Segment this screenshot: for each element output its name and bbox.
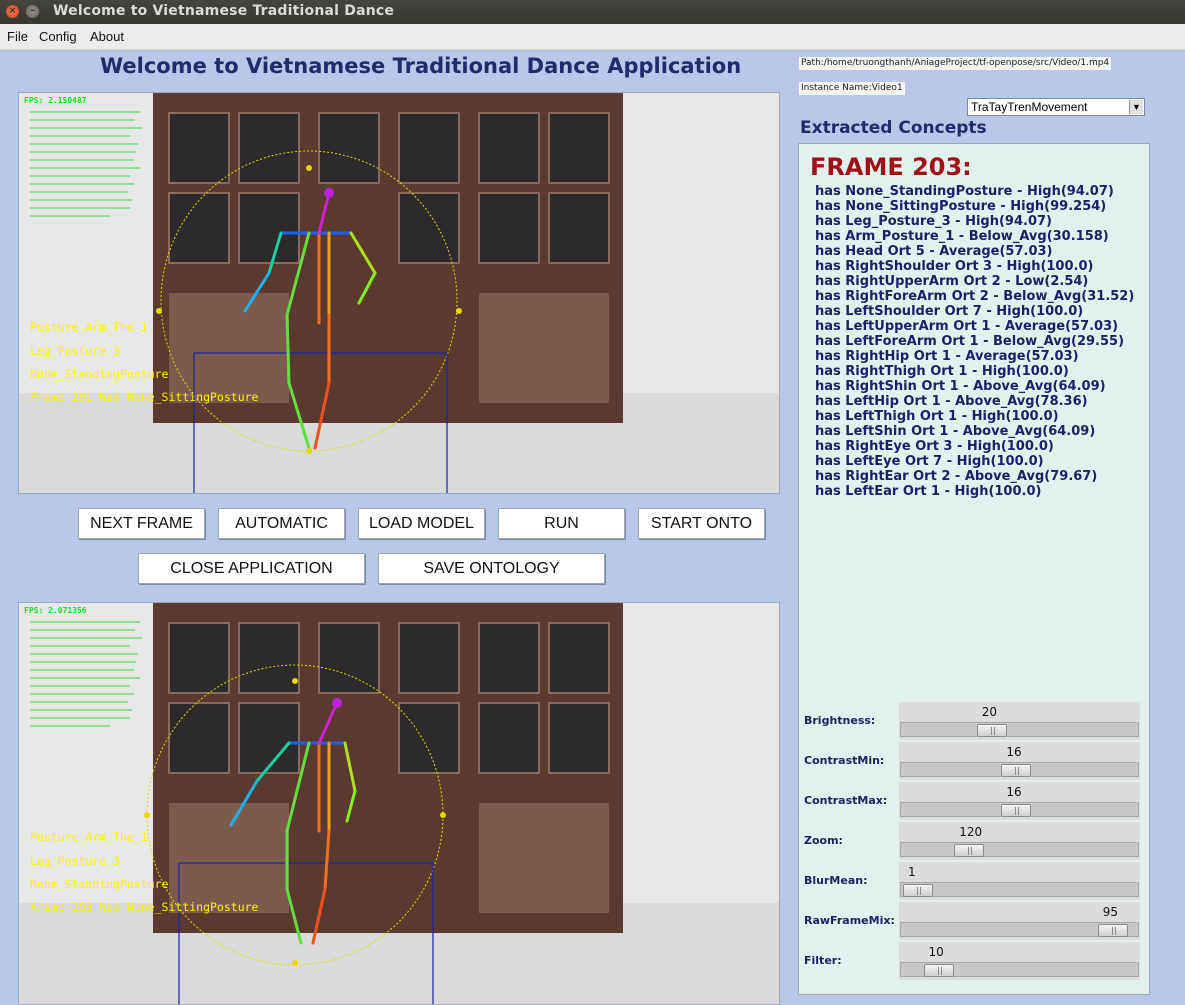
- run-button[interactable]: RUN: [498, 508, 625, 539]
- slider-track[interactable]: [900, 962, 1139, 977]
- concept-item: has LeftEye Ort 7 - High(100.0): [815, 454, 1044, 469]
- extracted-concepts-title: Extracted Concepts: [800, 118, 987, 138]
- start-onto-button[interactable]: START ONTO: [638, 508, 765, 539]
- menu-about[interactable]: About: [90, 29, 124, 44]
- chevron-down-icon[interactable]: ▼: [1129, 100, 1143, 114]
- frame-title: FRAME 203:: [810, 153, 972, 181]
- concept-item: has Head Ort 5 - Average(57.03): [815, 244, 1053, 259]
- concept-item: has RightEar Ort 2 - Above_Avg(79.67): [815, 469, 1098, 484]
- concept-item: has RightThigh Ort 1 - High(100.0): [815, 364, 1069, 379]
- save-ontology-button[interactable]: SAVE ONTOLOGY: [378, 553, 605, 584]
- slider-value: 16: [1006, 785, 1022, 799]
- fps-readout: FPS: 2.150487: [24, 96, 87, 105]
- slider-filter[interactable]: 10: [899, 942, 1140, 980]
- next-frame-button[interactable]: NEXT FRAME: [78, 508, 205, 539]
- load-model-button[interactable]: LOAD MODEL: [358, 508, 485, 539]
- slider-zoom[interactable]: 120: [899, 822, 1140, 860]
- concept-item: has Leg_Posture_3 - High(94.07): [815, 214, 1052, 229]
- concept-item: has None_StandingPosture - High(94.07): [815, 184, 1114, 199]
- menu-file[interactable]: File: [7, 29, 28, 44]
- slider-label: Zoom:: [804, 834, 843, 847]
- close-application-button[interactable]: CLOSE APPLICATION: [138, 553, 365, 584]
- slider-value: 120: [959, 825, 983, 839]
- window-titlebar: × – Welcome to Vietnamese Traditional Da…: [0, 0, 1185, 24]
- slider-label: ContrastMin:: [804, 754, 885, 767]
- concept-item: has RightShin Ort 1 - Above_Avg(64.09): [815, 379, 1106, 394]
- slider-rawframemix[interactable]: 95: [899, 902, 1140, 940]
- debug-text-block: [30, 111, 142, 217]
- window-close-button[interactable]: ×: [6, 5, 19, 18]
- concept-item: has Arm_Posture_1 - Below_Avg(30.158): [815, 229, 1109, 244]
- slider-track[interactable]: [900, 722, 1139, 737]
- concept-item: has LeftThigh Ort 1 - High(100.0): [815, 409, 1059, 424]
- slider-value: 1: [908, 865, 916, 879]
- window-title: Welcome to Vietnamese Traditional Dance: [53, 3, 395, 19]
- movement-select-value: TraTayTrenMovement: [971, 100, 1088, 114]
- fps-readout: FPS: 2.071356: [24, 606, 87, 615]
- slider-contrastmin[interactable]: 16: [899, 742, 1140, 780]
- slider-track[interactable]: [900, 802, 1139, 817]
- slider-track[interactable]: [900, 842, 1139, 857]
- concept-item: has LeftHip Ort 1 - Above_Avg(78.36): [815, 394, 1088, 409]
- slider-contrastmax[interactable]: 16: [899, 782, 1140, 820]
- window-minimize-button[interactable]: –: [26, 5, 39, 18]
- instance-name-label: Instance Name:Video1: [799, 82, 905, 95]
- slider-value: 95: [1102, 905, 1119, 919]
- slider-value: 20: [981, 705, 998, 719]
- concept-item: has LeftShin Ort 1 - Above_Avg(64.09): [815, 424, 1096, 439]
- slider-label: RawFrameMix:: [804, 914, 895, 927]
- concept-item: has LeftEar Ort 1 - High(100.0): [815, 484, 1042, 499]
- slider-label: Brightness:: [804, 714, 876, 727]
- concept-item: has RightHip Ort 1 - Average(57.03): [815, 349, 1079, 364]
- slider-label: BlurMean:: [804, 874, 868, 887]
- debug-text-block: [30, 621, 142, 727]
- concept-item: has RightForeArm Ort 2 - Below_Avg(31.52…: [815, 289, 1135, 304]
- movement-select[interactable]: TraTayTrenMovement ▼: [967, 98, 1145, 116]
- overlay-arm-posture: Posture_Arm_The_1: [30, 830, 148, 844]
- slider-thumb[interactable]: [954, 844, 985, 857]
- video-frame-top: FPS: 2.150487 Posture_Arm_The_1 Leg_Post…: [18, 92, 780, 494]
- video-frame-bottom: FPS: 2.071356 Posture_Arm_The_1 Leg_Post…: [18, 602, 780, 1005]
- concept-item: has LeftUpperArm Ort 1 - Average(57.03): [815, 319, 1119, 334]
- slider-thumb[interactable]: [976, 724, 1007, 737]
- app-heading: Welcome to Vietnamese Traditional Dance …: [100, 54, 742, 78]
- overlay-standing: None_StandingPosture: [30, 367, 169, 381]
- slider-thumb[interactable]: [1001, 764, 1032, 777]
- slider-label: Filter:: [804, 954, 842, 967]
- menu-bar: File Config About: [0, 24, 1185, 50]
- slider-value: 16: [1006, 745, 1022, 759]
- video-path-label: Path:/home/truongthanh/AniageProject/tf-…: [799, 57, 1112, 70]
- overlay-arm-posture: Posture_Arm_The_1: [30, 320, 148, 334]
- slider-thumb[interactable]: [923, 964, 954, 977]
- concept-list: has None_StandingPosture - High(94.07) ha…: [815, 184, 1134, 499]
- concept-item: has LeftForeArm Ort 1 - Below_Avg(29.55): [815, 334, 1125, 349]
- concept-item: has LeftShoulder Ort 7 - High(100.0): [815, 304, 1084, 319]
- overlay-leg-posture: Leg_Posture_3: [30, 854, 121, 868]
- slider-brightness[interactable]: 20: [899, 702, 1140, 740]
- concept-item: has RightEye Ort 3 - High(100.0): [815, 439, 1054, 454]
- slider-value: 10: [928, 945, 944, 959]
- overlay-frame-info: Frame 203 has None_SittingPosture: [30, 900, 259, 914]
- slider-thumb[interactable]: [903, 884, 933, 897]
- slider-track[interactable]: [900, 882, 1139, 897]
- concept-item: has RightUpperArm Ort 2 - Low(2.54): [815, 274, 1089, 289]
- slider-thumb[interactable]: [1097, 924, 1128, 937]
- slider-blurmean[interactable]: 1: [899, 862, 1140, 900]
- slider-track[interactable]: [900, 762, 1139, 777]
- slider-label: ContrastMax:: [804, 794, 888, 807]
- overlay-standing: None_StandingPosture: [30, 877, 169, 891]
- concept-item: has None_SittingPosture - High(99.254): [815, 199, 1107, 214]
- automatic-button[interactable]: AUTOMATIC: [218, 508, 345, 539]
- menu-config[interactable]: Config: [39, 29, 77, 44]
- slider-track[interactable]: [900, 922, 1139, 937]
- concept-item: has RightShoulder Ort 3 - High(100.0): [815, 259, 1094, 274]
- overlay-frame-info: Frame 201 has None_SittingPosture: [30, 390, 259, 404]
- overlay-leg-posture: Leg_Posture_3: [30, 344, 121, 358]
- slider-thumb[interactable]: [1001, 804, 1032, 817]
